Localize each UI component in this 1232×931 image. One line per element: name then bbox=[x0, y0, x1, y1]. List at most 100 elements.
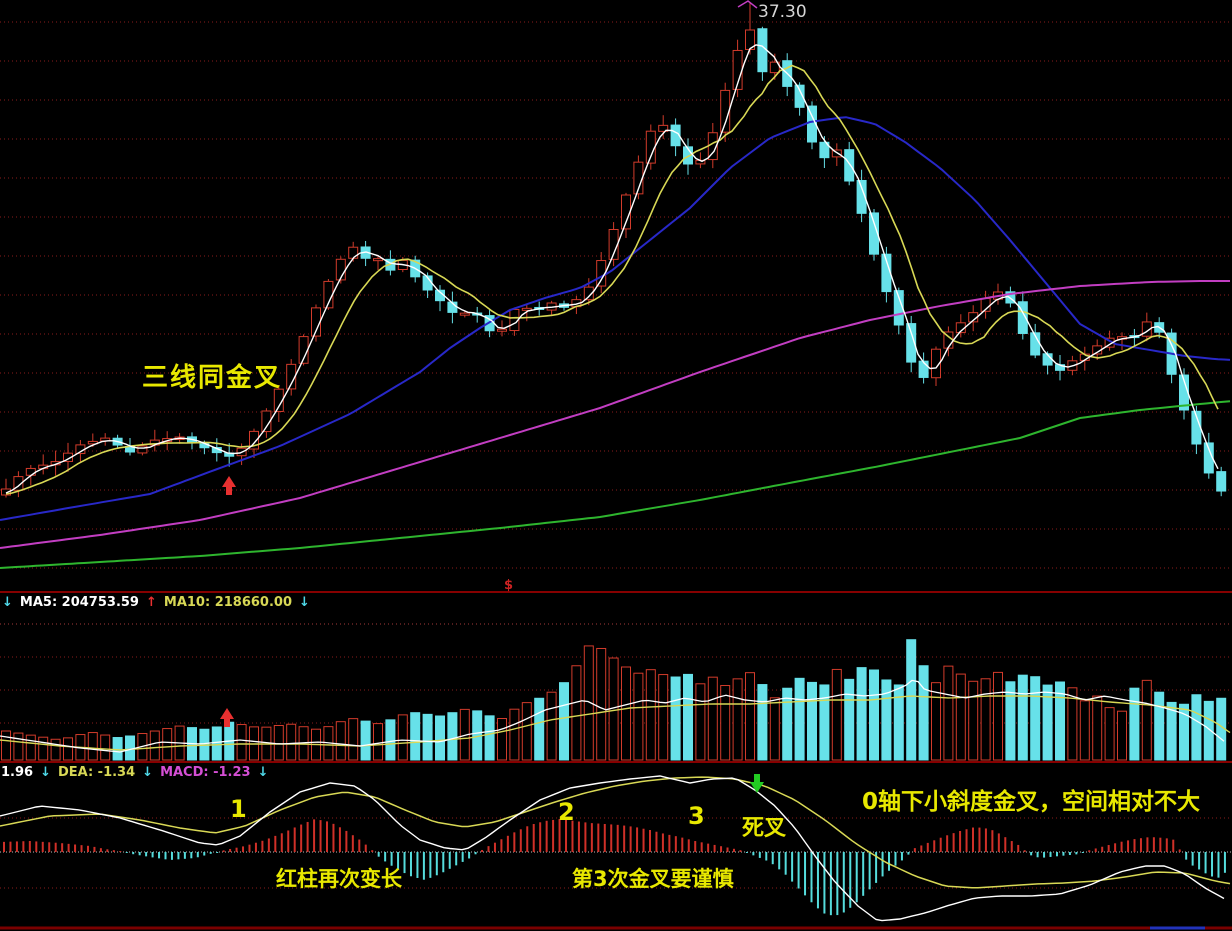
macd-histogram-bar bbox=[223, 850, 225, 852]
macd-histogram-bar bbox=[720, 846, 722, 852]
volume-bar bbox=[51, 739, 60, 760]
macd-histogram-bar bbox=[1043, 852, 1045, 858]
macd-histogram-bar bbox=[869, 852, 871, 889]
macd-dea-down-arrow-icon: ↓ bbox=[142, 766, 153, 780]
candle-body bbox=[919, 361, 928, 377]
macd-histogram-bar bbox=[391, 852, 393, 866]
volume-bar bbox=[547, 692, 556, 760]
macd-histogram-bar bbox=[533, 824, 535, 852]
macd-histogram-bar bbox=[429, 852, 431, 878]
volume-bar bbox=[398, 715, 407, 760]
macd-histogram-bar bbox=[74, 845, 76, 852]
macd-histogram-bar bbox=[791, 852, 793, 882]
macd-histogram-bar bbox=[1108, 845, 1110, 852]
macd-histogram-bar bbox=[1198, 852, 1200, 869]
volume-bar bbox=[994, 672, 1003, 760]
macd-histogram-bar bbox=[785, 852, 787, 875]
macd-histogram-bar bbox=[152, 852, 154, 857]
macd-histogram-bar bbox=[106, 849, 108, 852]
volume-bar bbox=[101, 735, 110, 760]
macd-histogram-bar bbox=[597, 824, 599, 852]
volume-bar bbox=[671, 677, 680, 760]
volume-bar bbox=[1080, 701, 1089, 760]
macd-histogram-bar bbox=[901, 852, 903, 860]
macd-down-arrow-icon: ↓ bbox=[258, 766, 269, 780]
macd-histogram-bar bbox=[759, 852, 761, 858]
macd-histogram-bar bbox=[35, 841, 37, 852]
macd-histogram-bar bbox=[1114, 843, 1116, 852]
macd-histogram-bar bbox=[177, 852, 179, 859]
volume-bar bbox=[39, 737, 48, 760]
macd-histogram-bar bbox=[229, 849, 231, 852]
volume-bar bbox=[733, 679, 742, 760]
volume-bar bbox=[1031, 677, 1040, 760]
macd-histogram-bar bbox=[436, 852, 438, 875]
macd-histogram-bar bbox=[42, 842, 44, 852]
macd-histogram-bar bbox=[22, 841, 24, 852]
volume-bar bbox=[150, 731, 159, 760]
macd-histogram-bar bbox=[946, 835, 948, 852]
volume-bar bbox=[919, 666, 928, 760]
macd-histogram-bar bbox=[649, 830, 651, 852]
volume-bar bbox=[969, 681, 978, 760]
volume-bar bbox=[1192, 695, 1201, 760]
volume-header: ↓ MA5: 204753.59 ↑ MA10: 218660.00 ↓ bbox=[2, 596, 310, 610]
volume-bar bbox=[386, 720, 395, 760]
macd-histogram-bar bbox=[119, 851, 121, 852]
macd-histogram-bar bbox=[894, 852, 896, 866]
volume-bar bbox=[2, 731, 11, 760]
volume-bar bbox=[1093, 696, 1102, 760]
candle-body bbox=[498, 329, 507, 331]
macd-histogram-bar bbox=[591, 823, 593, 852]
macd-histogram-bar bbox=[798, 852, 800, 888]
macd-histogram-bar bbox=[48, 842, 50, 852]
macd-histogram-bar bbox=[320, 820, 322, 852]
macd-histogram-bar bbox=[358, 840, 360, 852]
volume-bar bbox=[126, 736, 135, 760]
volume-bar bbox=[1130, 688, 1139, 760]
macd-histogram-bar bbox=[203, 852, 205, 856]
macd-histogram-bar bbox=[365, 845, 367, 852]
candle-body bbox=[646, 131, 655, 163]
macd-histogram-bar bbox=[811, 852, 813, 902]
candle-body bbox=[26, 468, 35, 475]
macd-histogram-bar bbox=[746, 852, 748, 853]
volume-ma10-down-arrow-icon: ↓ bbox=[299, 596, 310, 610]
volume-bar bbox=[274, 725, 283, 760]
volume-bar bbox=[932, 683, 941, 760]
peak-price-label: 37.30 bbox=[758, 3, 807, 22]
macd-histogram-bar bbox=[55, 843, 57, 852]
macd-histogram-bar bbox=[1140, 838, 1142, 852]
macd-histogram-bar bbox=[1088, 850, 1090, 852]
macd-histogram-bar bbox=[991, 830, 993, 852]
macd-histogram-bar bbox=[940, 838, 942, 852]
macd-histogram-bar bbox=[1185, 852, 1187, 860]
volume-bar bbox=[1118, 711, 1127, 760]
macd-histogram-bar bbox=[701, 842, 703, 852]
volume-ma5-value: MA5: 204753.59 bbox=[20, 596, 139, 610]
volume-bar bbox=[535, 698, 544, 760]
macd-histogram-bar bbox=[681, 838, 683, 852]
peak-tick-mark bbox=[738, 1, 757, 8]
volume-bar bbox=[1006, 682, 1015, 760]
volume-bar bbox=[1018, 675, 1027, 760]
golden-cross-number-2: 2 bbox=[558, 799, 575, 825]
macd-histogram-bar bbox=[617, 825, 619, 852]
volume-bar bbox=[634, 673, 643, 760]
macd-histogram-bar bbox=[281, 833, 283, 852]
volume-bar bbox=[1105, 708, 1114, 760]
macd-histogram-bar bbox=[1172, 840, 1174, 852]
volume-bar bbox=[770, 698, 779, 760]
macd-histogram-bar bbox=[1069, 852, 1071, 855]
macd-value: MACD: -1.23 bbox=[160, 766, 251, 780]
note-red-columns-longer: 红柱再次变长 bbox=[276, 868, 402, 891]
macd-histogram-bar bbox=[16, 841, 18, 852]
macd-histogram-bar bbox=[643, 829, 645, 852]
macd-histogram-bar bbox=[882, 852, 884, 876]
macd-histogram-bar bbox=[197, 852, 199, 857]
macd-histogram-bar bbox=[636, 827, 638, 852]
macd-histogram-bar bbox=[1075, 852, 1077, 854]
macd-histogram-bar bbox=[158, 852, 160, 858]
macd-histogram-bar bbox=[371, 850, 373, 852]
volume-bar bbox=[622, 667, 631, 760]
